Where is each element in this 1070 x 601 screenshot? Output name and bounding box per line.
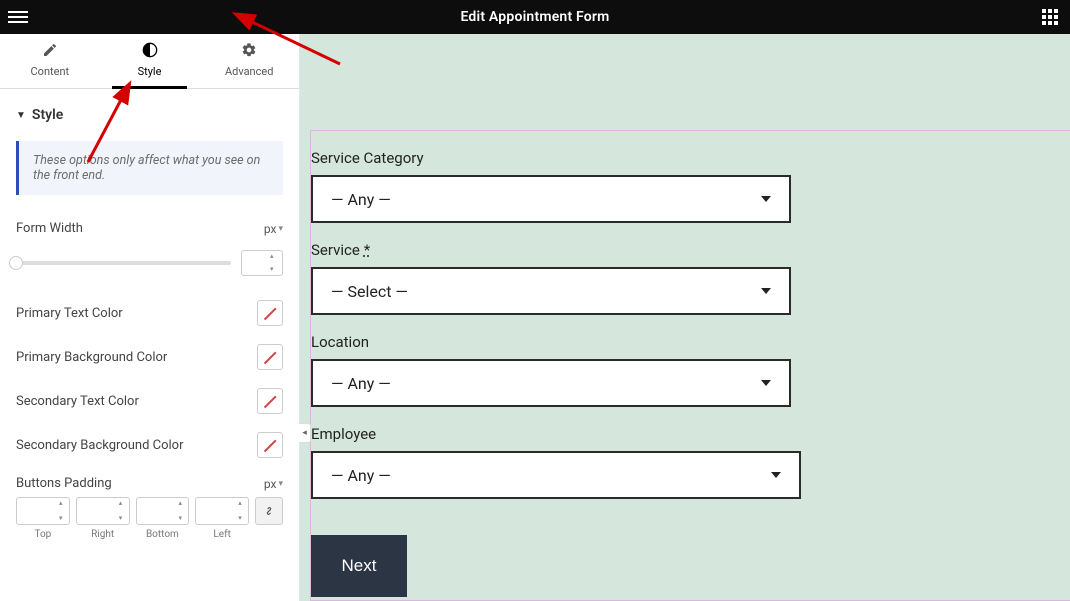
service-select[interactable]: — Select — [311,267,791,315]
tab-label: Content [31,65,70,78]
padding-top-label: Top [16,529,70,540]
info-box: These options only affect what you see o… [16,141,283,195]
select-value: — Select — [331,282,408,301]
page-title: Edit Appointment Form [28,9,1042,25]
editor-topbar: Edit Appointment Form [0,0,1070,34]
caret-down-icon: ▼ [16,110,26,121]
service-category-label: Service Category [311,149,1070,167]
padding-top-input[interactable]: ▴▾ [16,497,70,525]
annotation-arrow [78,90,138,174]
form-width-unit[interactable]: px▾ [264,222,283,236]
padding-right-label: Right [76,529,130,540]
chevron-down-icon [771,472,781,478]
required-indicator: * [364,241,370,259]
annotation-arrow [240,12,350,76]
next-button[interactable]: Next [311,535,407,597]
chevron-down-icon [761,288,771,294]
location-select[interactable]: — Any — [311,359,791,407]
apps-grid-icon[interactable] [1042,9,1062,25]
select-value: — Any — [331,466,391,485]
primary-text-color-swatch[interactable] [257,300,283,326]
form-width-slider[interactable] [16,261,231,265]
chevron-down-icon [761,380,771,386]
secondary-text-color-swatch[interactable] [257,388,283,414]
select-value: — Any — [331,190,391,209]
link-values-button[interactable] [255,497,283,525]
editor-panel: Content Style Advanced ▼ Style These opt… [0,34,300,601]
employee-label: Employee [311,425,1070,443]
employee-select[interactable]: — Any — [311,451,801,499]
service-category-select[interactable]: — Any — [311,175,791,223]
section-title: Style [32,107,63,123]
collapse-panel-button[interactable]: ◂ [299,423,311,443]
preview-area: Service Category — Any — Service * — Sel… [300,34,1070,601]
slider-thumb[interactable] [9,256,23,270]
primary-bg-color-label: Primary Background Color [16,350,167,365]
primary-text-color-label: Primary Text Color [16,306,123,321]
tab-label: Style [138,65,162,78]
padding-left-label: Left [195,529,249,540]
secondary-bg-color-swatch[interactable] [257,432,283,458]
hamburger-icon[interactable] [8,11,28,23]
form-width-input[interactable]: ▴▾ [241,250,283,276]
secondary-bg-color-label: Secondary Background Color [16,438,184,453]
link-icon [262,504,276,518]
tab-style[interactable]: Style [100,34,200,88]
padding-right-input[interactable]: ▴▾ [76,497,130,525]
form-width-label: Form Width [16,221,83,236]
tab-content[interactable]: Content [0,34,100,88]
padding-bottom-input[interactable]: ▴▾ [136,497,190,525]
service-label: Service [311,241,360,259]
secondary-text-color-label: Secondary Text Color [16,394,139,409]
appointment-form: Service Category — Any — Service * — Sel… [310,130,1070,601]
buttons-padding-label: Buttons Padding [16,476,112,491]
chevron-down-icon [761,196,771,202]
padding-bottom-label: Bottom [136,529,190,540]
contrast-icon [100,42,200,61]
section-toggle-style[interactable]: ▼ Style [16,107,283,123]
primary-bg-color-swatch[interactable] [257,344,283,370]
padding-left-input[interactable]: ▴▾ [195,497,249,525]
location-label: Location [311,333,1070,351]
select-value: — Any — [331,374,391,393]
buttons-padding-unit[interactable]: px▾ [264,477,283,491]
pencil-icon [0,42,100,61]
